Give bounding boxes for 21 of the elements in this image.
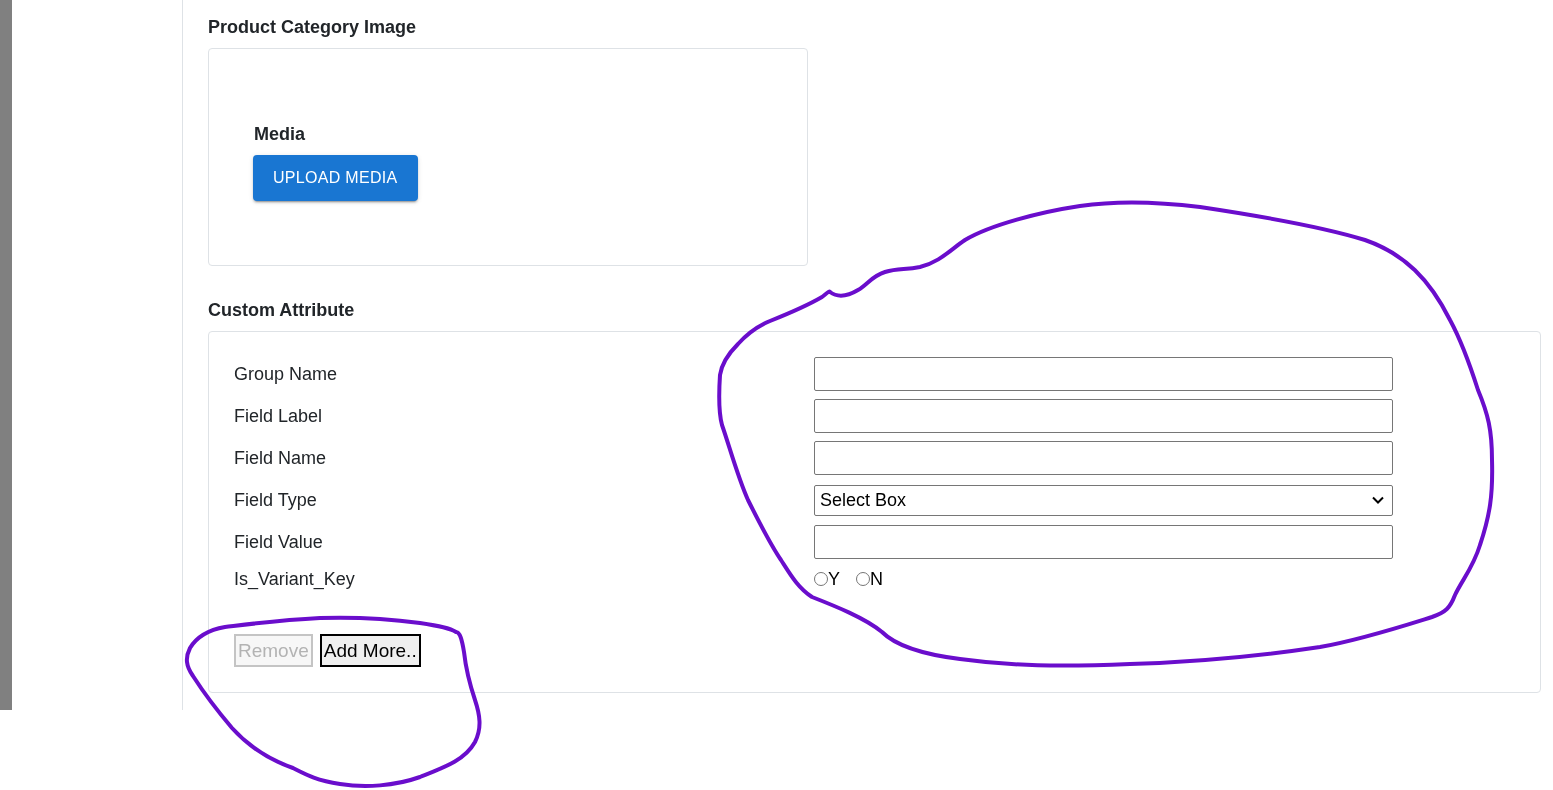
radio-button[interactable]	[814, 572, 828, 586]
text-input[interactable]	[814, 357, 1393, 391]
field-label: Field Type	[234, 489, 317, 512]
section-title: Custom Attribute	[208, 299, 355, 322]
select-dropdown[interactable]: Select Box	[814, 484, 1393, 516]
text-input[interactable]	[814, 399, 1393, 433]
field-label: Is_Variant_Key	[234, 568, 355, 591]
radio-button[interactable]	[856, 572, 870, 586]
field-label: Field Name	[234, 447, 327, 470]
field-label: Field Label	[234, 405, 323, 428]
chevron-down-icon	[1372, 496, 1384, 504]
text-input[interactable]	[814, 525, 1393, 559]
add-more-button[interactable]: Add More..	[319, 634, 421, 667]
upload-media-button[interactable]: UPLOAD MEDIA	[253, 155, 418, 201]
radio-label: N	[870, 568, 883, 590]
section-title: Product Category Image	[208, 16, 417, 39]
text-input[interactable]	[814, 441, 1393, 475]
radio-label: Y	[828, 568, 840, 590]
field-label: Group Name	[234, 363, 338, 386]
field-label: Field Value	[234, 531, 323, 554]
media-label: Media	[254, 123, 305, 146]
